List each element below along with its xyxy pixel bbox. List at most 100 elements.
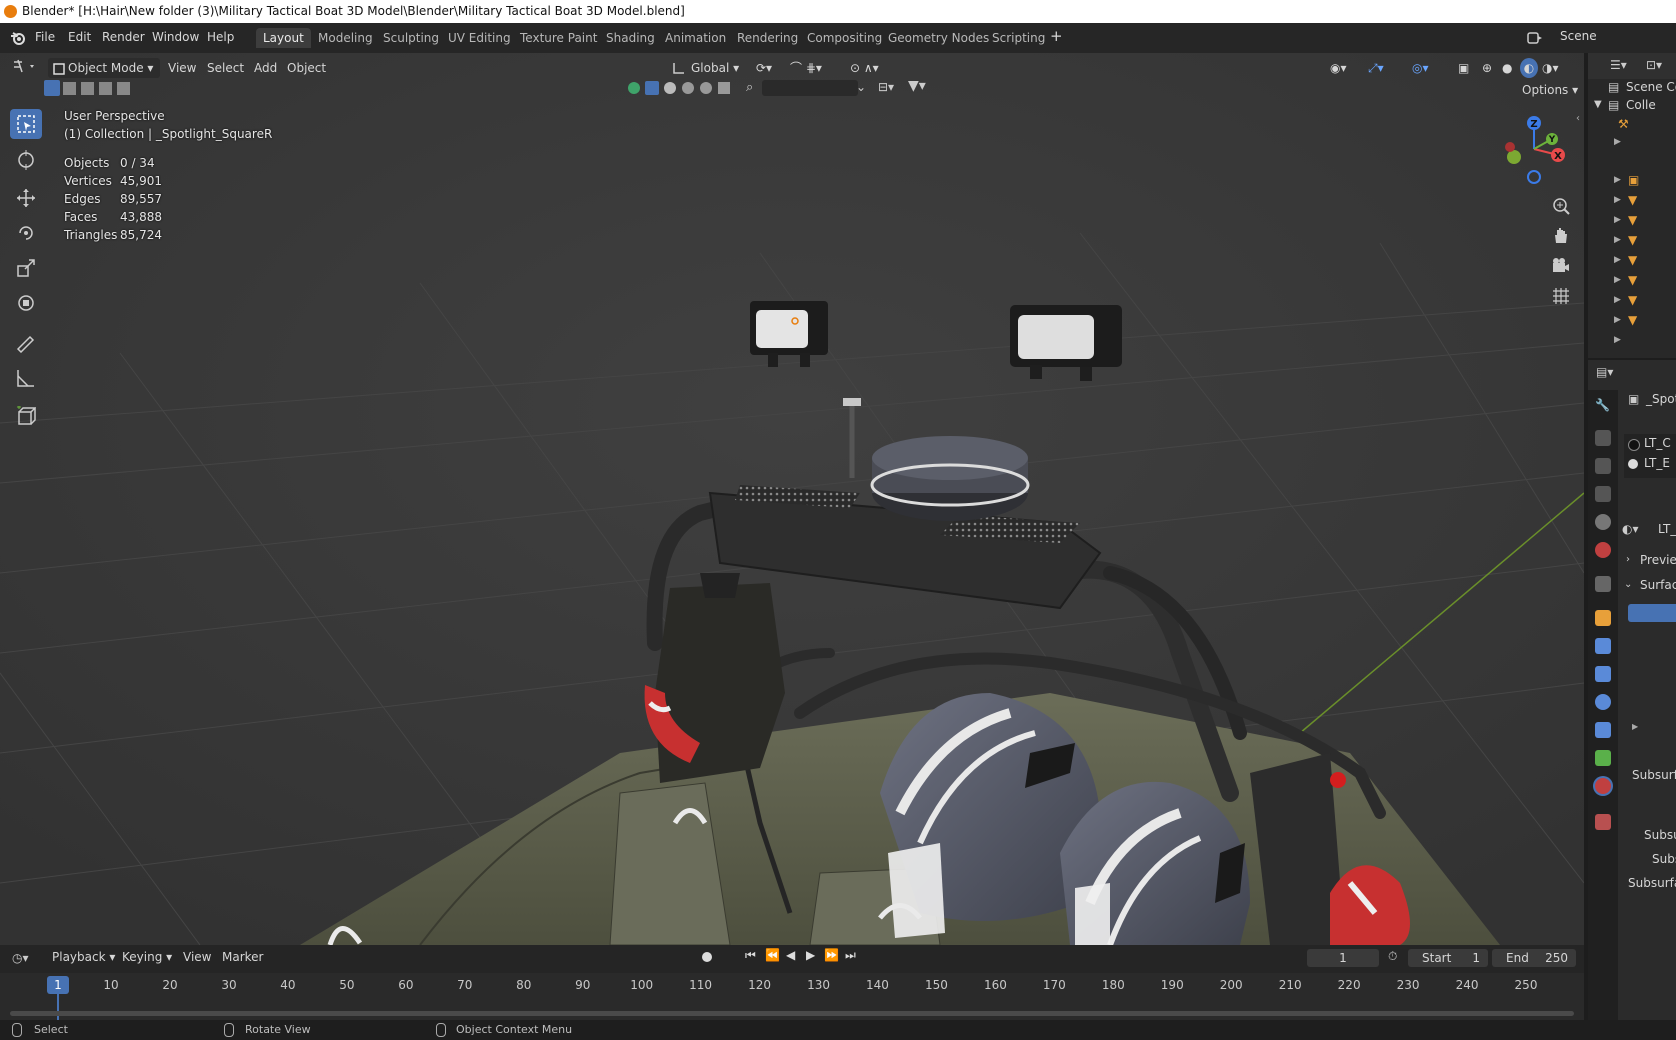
collection-tab-icon[interactable] bbox=[1595, 576, 1611, 592]
snap-icon[interactable]: ⌒ ⋕▾ bbox=[790, 58, 822, 78]
auto-keying-icon[interactable] bbox=[702, 952, 712, 962]
orientation-dropdown[interactable]: Global ▾ bbox=[691, 58, 739, 78]
output-tab-icon[interactable] bbox=[1595, 458, 1611, 474]
menu-object[interactable]: Object bbox=[287, 58, 326, 78]
material-browse-icon[interactable]: ◐▾ bbox=[1622, 522, 1639, 536]
zoom-icon[interactable] bbox=[1548, 193, 1574, 219]
object-tab-icon[interactable] bbox=[1595, 610, 1611, 626]
navigation-gizmo[interactable]: Z X Y bbox=[1488, 111, 1568, 191]
jump-end-icon[interactable]: ⏭ bbox=[845, 948, 856, 963]
filter-icon[interactable]: ▼▾ bbox=[908, 78, 926, 94]
add-cube-tool[interactable] bbox=[10, 401, 42, 431]
material-slot-2[interactable]: LT_E bbox=[1644, 456, 1670, 470]
menu-add[interactable]: Add bbox=[254, 58, 277, 78]
particles-tab-icon[interactable] bbox=[1595, 666, 1611, 682]
row-expand-icon[interactable]: ▶ bbox=[1614, 215, 1621, 225]
menu-timeline-view[interactable]: View bbox=[183, 947, 211, 967]
select-extend-icon[interactable] bbox=[63, 82, 76, 95]
tab-sculpting[interactable]: Sculpting bbox=[376, 28, 446, 48]
3d-viewport[interactable]: Object Mode ▾ View Select Add Object Glo… bbox=[0, 53, 1584, 945]
menu-view[interactable]: View bbox=[168, 58, 196, 78]
display-mode-icon[interactable]: ☰▾ bbox=[1610, 58, 1627, 72]
menu-render[interactable]: Render bbox=[102, 30, 145, 44]
menu-select[interactable]: Select bbox=[207, 58, 244, 78]
wireframe-shading-icon[interactable]: ⊕ bbox=[1482, 58, 1492, 78]
surface-expand-icon[interactable]: ⌄ bbox=[1624, 579, 1632, 590]
row-expand-icon[interactable]: ▶ bbox=[1614, 235, 1621, 245]
physics-tab-icon[interactable] bbox=[1595, 694, 1611, 710]
row-expand-icon[interactable]: ▶ bbox=[1614, 335, 1621, 345]
object-filter-icon[interactable] bbox=[645, 81, 659, 95]
filter-outliner-icon[interactable]: ⊡▾ bbox=[1646, 58, 1662, 72]
row-expand-icon[interactable]: ▶ bbox=[1614, 137, 1621, 147]
scene-selector-icon[interactable] bbox=[1526, 29, 1544, 50]
scale-tool[interactable] bbox=[10, 253, 42, 283]
cursor-tool[interactable] bbox=[10, 145, 42, 175]
menu-playback[interactable]: Playback ▾ bbox=[52, 947, 115, 967]
surface-node-button[interactable] bbox=[1628, 604, 1676, 622]
view-layer-tab-icon[interactable] bbox=[1595, 486, 1611, 502]
measure-tool[interactable] bbox=[10, 363, 42, 393]
outliner-filter-icon[interactable]: ⊟▾ bbox=[878, 80, 894, 94]
tool-tab-icon[interactable]: 🔧 bbox=[1595, 398, 1611, 414]
collapse-icon[interactable]: ⌄ bbox=[856, 80, 866, 94]
subsection-expand-icon[interactable]: ▶ bbox=[1632, 722, 1638, 731]
play-icon[interactable]: ▶ bbox=[806, 948, 815, 962]
prev-keyframe-icon[interactable]: ⏪ bbox=[765, 948, 780, 962]
tab-scripting[interactable]: Scripting bbox=[985, 28, 1052, 48]
material-filter-icon[interactable] bbox=[664, 82, 676, 94]
properties-editor-icon[interactable]: ▤▾ bbox=[1596, 365, 1613, 379]
visibility-icon[interactable]: ◉▾ bbox=[1330, 58, 1347, 78]
scene-collection-label[interactable]: Scene Co bbox=[1626, 80, 1676, 94]
jump-start-icon[interactable]: ⏮ bbox=[745, 948, 756, 963]
menu-edit[interactable]: Edit bbox=[68, 30, 91, 44]
tab-rendering[interactable]: Rendering bbox=[730, 28, 805, 48]
rendered-shading-icon[interactable]: ◑▾ bbox=[1542, 58, 1559, 78]
render-tab-icon[interactable] bbox=[1595, 430, 1611, 446]
current-frame-field[interactable]: 1 bbox=[1307, 949, 1379, 967]
select-intersect-icon[interactable] bbox=[117, 82, 130, 95]
stopwatch-icon[interactable]: ⏱ bbox=[1388, 949, 1397, 964]
light-filter-icon[interactable] bbox=[682, 82, 694, 94]
options-dropdown[interactable]: Options ▾ bbox=[1522, 80, 1578, 100]
blender-menu-icon[interactable] bbox=[10, 30, 26, 49]
row-expand-icon[interactable]: ▶ bbox=[1614, 275, 1621, 285]
material-shading-icon[interactable]: ◐ bbox=[1520, 58, 1538, 78]
row-expand-icon[interactable]: ▶ bbox=[1614, 195, 1621, 205]
material-name-field[interactable]: LT_ bbox=[1658, 522, 1676, 536]
camera-filter-icon[interactable] bbox=[718, 82, 730, 94]
material-tab-icon[interactable] bbox=[1595, 778, 1611, 794]
scene-name[interactable]: Scene bbox=[1560, 29, 1597, 43]
solid-shading-icon[interactable]: ● bbox=[1502, 58, 1512, 78]
mesh-filter-icon[interactable] bbox=[628, 82, 640, 94]
select-box-tool[interactable] bbox=[10, 109, 42, 139]
row-expand-icon[interactable]: ▶ bbox=[1614, 255, 1621, 265]
next-keyframe-icon[interactable]: ⏩ bbox=[824, 948, 839, 962]
ortho-grid-icon[interactable] bbox=[1548, 283, 1574, 309]
scene-tab-icon[interactable] bbox=[1595, 514, 1611, 530]
menu-keying[interactable]: Keying ▾ bbox=[122, 947, 172, 967]
menu-marker[interactable]: Marker bbox=[222, 947, 263, 967]
preview-section[interactable]: Previe bbox=[1640, 553, 1676, 567]
add-workspace-button[interactable]: + bbox=[1050, 27, 1063, 45]
tab-geometry-nodes[interactable]: Geometry Nodes bbox=[881, 28, 996, 48]
end-frame-field[interactable]: End 250 bbox=[1492, 949, 1576, 967]
menu-help[interactable]: Help bbox=[207, 30, 234, 44]
start-frame-field[interactable]: Start 1 bbox=[1408, 949, 1488, 967]
timeline-scrollbar[interactable] bbox=[10, 1011, 1574, 1016]
play-reverse-icon[interactable]: ◀ bbox=[786, 948, 795, 962]
surface-section[interactable]: Surfac bbox=[1640, 578, 1676, 592]
row-expand-icon[interactable]: ▶ bbox=[1614, 295, 1621, 305]
annotate-tool[interactable] bbox=[10, 328, 42, 358]
sidebar-toggle-icon[interactable]: ‹ bbox=[1576, 113, 1580, 124]
world-filter-icon[interactable] bbox=[700, 82, 712, 94]
menu-window[interactable]: Window bbox=[152, 30, 199, 44]
timeline-editor-icon[interactable]: ◷▾ bbox=[12, 951, 29, 965]
modifier-tab-icon[interactable] bbox=[1595, 638, 1611, 654]
tab-layout[interactable]: Layout bbox=[256, 28, 311, 48]
tab-compositing[interactable]: Compositing bbox=[800, 28, 889, 48]
expand-collection-icon[interactable]: ▼ bbox=[1594, 99, 1602, 110]
pivot-icon[interactable]: ⟳▾ bbox=[756, 58, 772, 78]
constraints-tab-icon[interactable] bbox=[1595, 722, 1611, 738]
viewport-search-input[interactable] bbox=[762, 80, 858, 96]
